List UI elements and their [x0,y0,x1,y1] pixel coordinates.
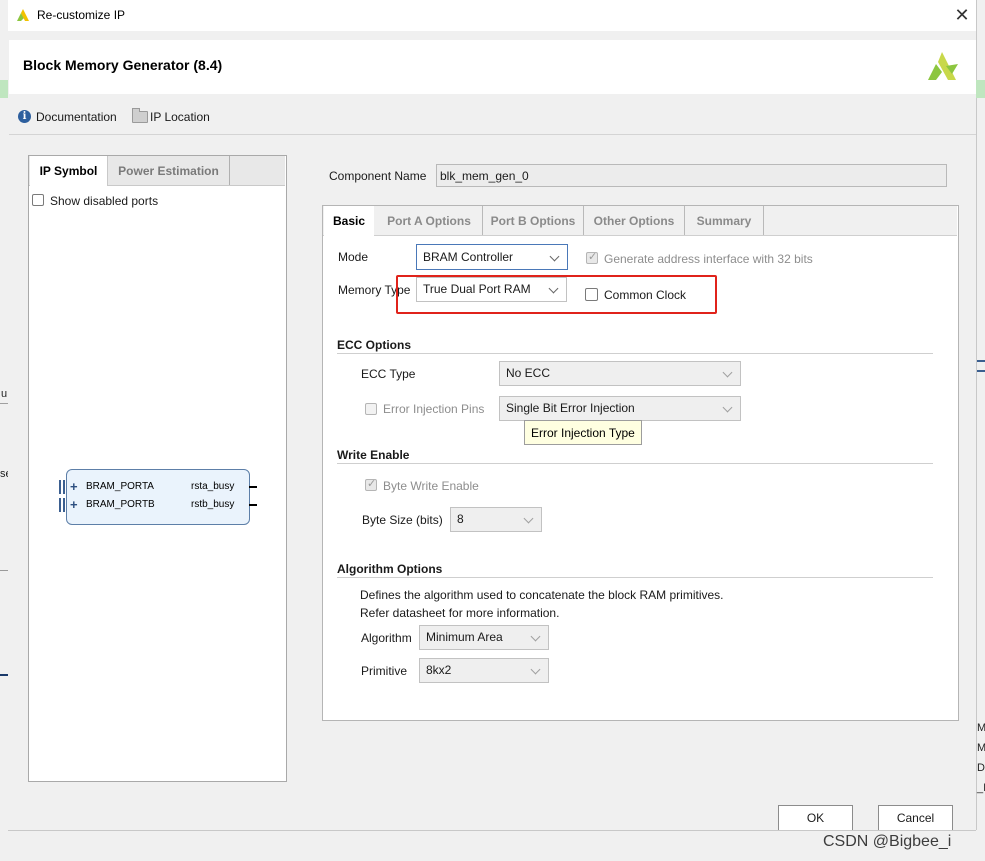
tab-summary[interactable]: Summary [685,206,764,235]
bg-divider [0,570,8,571]
mode-select[interactable]: BRAM Controller [416,244,568,270]
highlight-annotation [396,275,717,314]
output-pin [249,504,257,506]
algorithm-description-line1: Defines the algorithm used to concatenat… [360,588,724,602]
bg-fragment-text: u [1,388,8,400]
ok-button[interactable]: OK [778,805,853,832]
port-rstb-busy: rstb_busy [191,499,235,510]
chevron-down-icon [530,631,541,642]
section-divider [337,577,933,578]
chevron-down-icon [722,367,733,378]
tab-port-a-options[interactable]: Port A Options [376,206,483,235]
error-injection-pins-checkbox [365,403,377,415]
bg-divider [977,370,985,372]
generate-address-label: Generate address interface with 32 bits [604,252,813,266]
chevron-down-icon [722,402,733,413]
bg-divider [0,674,8,676]
port-rsta-busy: rsta_busy [191,481,235,492]
error-injection-type-select[interactable]: Single Bit Error Injection [499,396,741,421]
ip-title: Block Memory Generator (8.4) [23,57,223,73]
section-divider [337,353,933,354]
ecc-type-select[interactable]: No ECC [499,361,741,386]
chevron-down-icon [530,664,541,675]
ip-location-link[interactable]: IP Location [150,110,210,124]
byte-size-select[interactable]: 8 [450,507,542,532]
error-injection-pins-label: Error Injection Pins [383,402,485,416]
bus-pin [59,498,61,512]
write-enable-title: Write Enable [337,448,410,462]
algorithm-value: Minimum Area [426,630,503,644]
bg-fragment-text: D [977,762,985,774]
error-injection-type-value: Single Bit Error Injection [506,401,635,415]
ip-symbol-block [66,469,250,525]
window-title: Re-customize IP [37,8,126,22]
bus-pin [63,480,65,494]
section-divider [337,463,933,464]
error-injection-tooltip: Error Injection Type [524,420,642,445]
byte-write-enable-label: Byte Write Enable [383,479,479,493]
bg-fragment-text: M [977,722,985,734]
bg-fragment-text: _I [977,782,985,794]
bus-pin [59,480,61,494]
bg-divider [0,403,8,404]
algorithm-select[interactable]: Minimum Area [419,625,549,650]
tab-ip-symbol[interactable]: IP Symbol [30,156,108,186]
port-bram-porta: BRAM_PORTA [86,481,154,492]
byte-size-value: 8 [457,512,464,526]
xilinx-logo-icon [17,9,29,21]
expand-port-icon[interactable]: + [70,480,78,493]
bg-divider [977,360,985,362]
byte-write-enable-checkbox [365,477,377,491]
show-disabled-ports-checkbox[interactable] [32,194,44,206]
tab-port-b-options[interactable]: Port B Options [483,206,584,235]
chevron-down-icon [523,513,534,524]
title-bar [8,0,976,31]
ecc-type-value: No ECC [506,366,551,380]
background-accent [0,80,8,98]
primitive-select[interactable]: 8kx2 [419,658,549,683]
primitive-value: 8kx2 [426,663,452,677]
info-icon: i [18,110,31,123]
generate-address-checkbox [586,250,598,264]
bg-divider [8,830,976,831]
cancel-button[interactable]: Cancel [878,805,953,832]
tab-other-options[interactable]: Other Options [584,206,685,235]
mode-value: BRAM Controller [423,250,514,264]
bg-fragment-text: M [977,742,985,754]
mode-label: Mode [338,250,369,264]
watermark-text: CSDN @Bigbee_i [823,833,952,850]
component-name-label: Component Name [329,169,427,183]
chevron-down-icon [549,251,560,262]
ecc-options-title: ECC Options [337,338,411,352]
ecc-type-label: ECC Type [361,367,416,381]
expand-port-icon[interactable]: + [70,498,78,511]
component-name-input[interactable] [436,164,947,187]
primitive-label: Primitive [361,664,408,678]
background-accent [976,80,985,98]
xilinx-logo-icon [928,52,958,80]
algorithm-label: Algorithm [361,631,412,645]
output-pin [249,486,257,488]
algorithm-description-line2: Refer datasheet for more information. [360,606,560,620]
byte-size-label: Byte Size (bits) [362,513,443,527]
documentation-link[interactable]: Documentation [36,110,117,124]
tab-power-estimation[interactable]: Power Estimation [108,156,230,185]
port-bram-portb: BRAM_PORTB [86,499,155,510]
close-icon[interactable]: ✕ [952,4,972,26]
bus-pin [63,498,65,512]
folder-icon [132,108,148,123]
algorithm-options-title: Algorithm Options [337,562,443,576]
show-disabled-ports-label: Show disabled ports [50,194,159,208]
toolbar-divider [9,134,976,135]
tab-basic[interactable]: Basic [324,206,374,236]
